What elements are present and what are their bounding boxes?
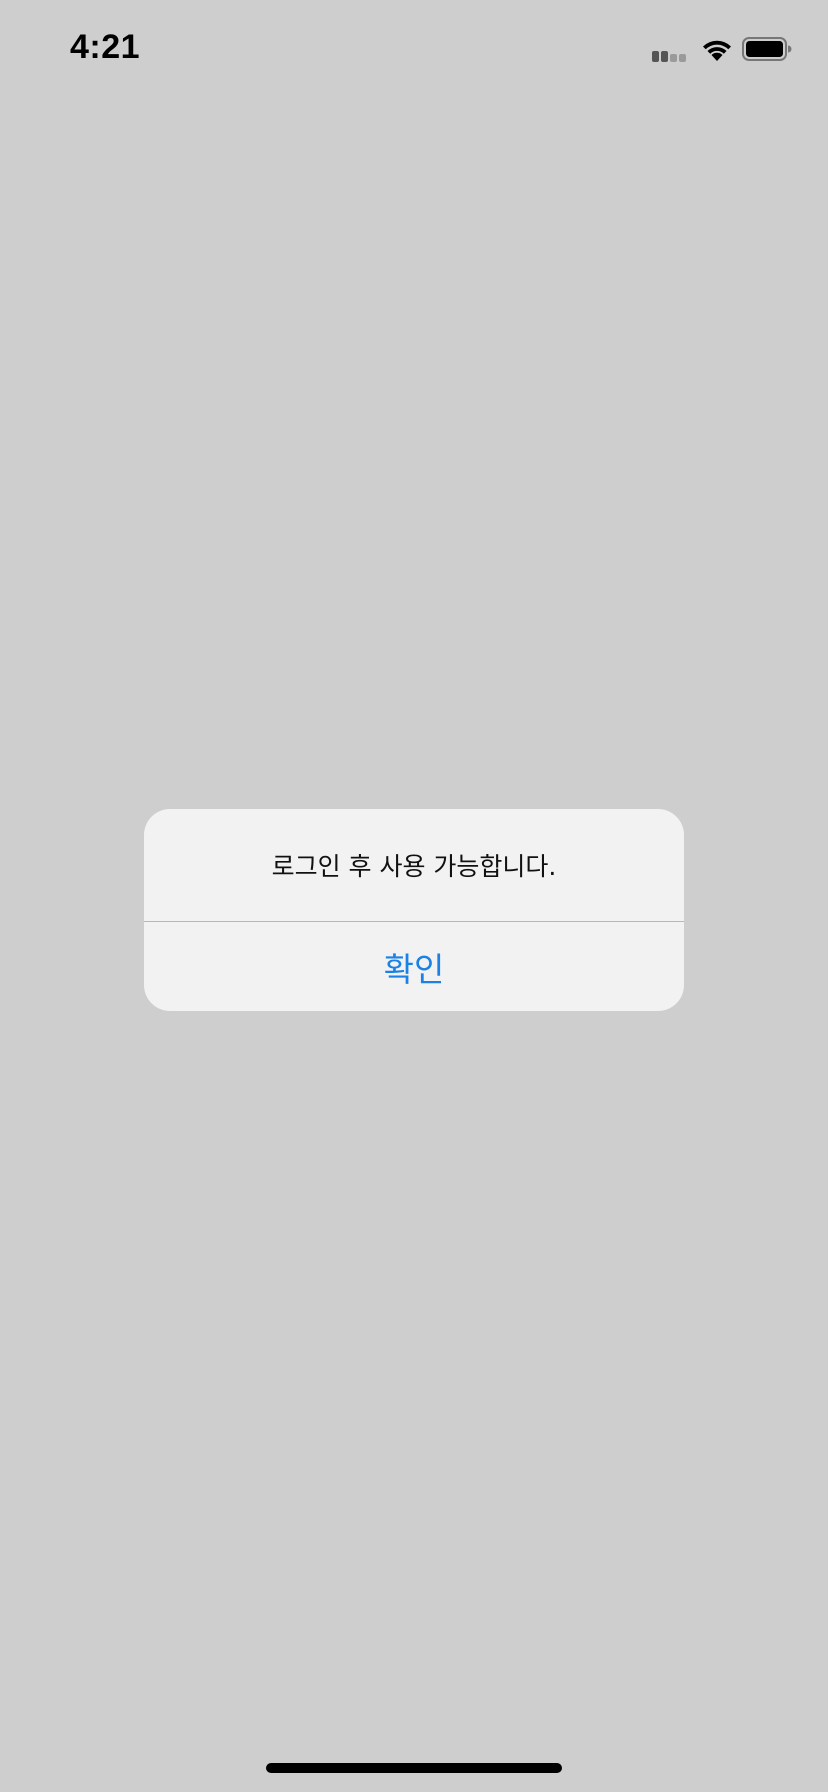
alert-message: 로그인 후 사용 가능합니다. xyxy=(271,852,557,881)
status-bar: 4:21 xyxy=(0,0,828,100)
cellular-signal-icon xyxy=(652,50,692,62)
confirm-button[interactable]: 확인 xyxy=(144,922,684,1011)
battery-icon xyxy=(742,37,792,61)
home-indicator[interactable] xyxy=(266,1763,562,1773)
alert-dialog: 로그인 후 사용 가능합니다. 확인 xyxy=(144,809,684,1011)
status-time: 4:21 xyxy=(70,28,141,66)
wifi-icon xyxy=(703,40,731,61)
